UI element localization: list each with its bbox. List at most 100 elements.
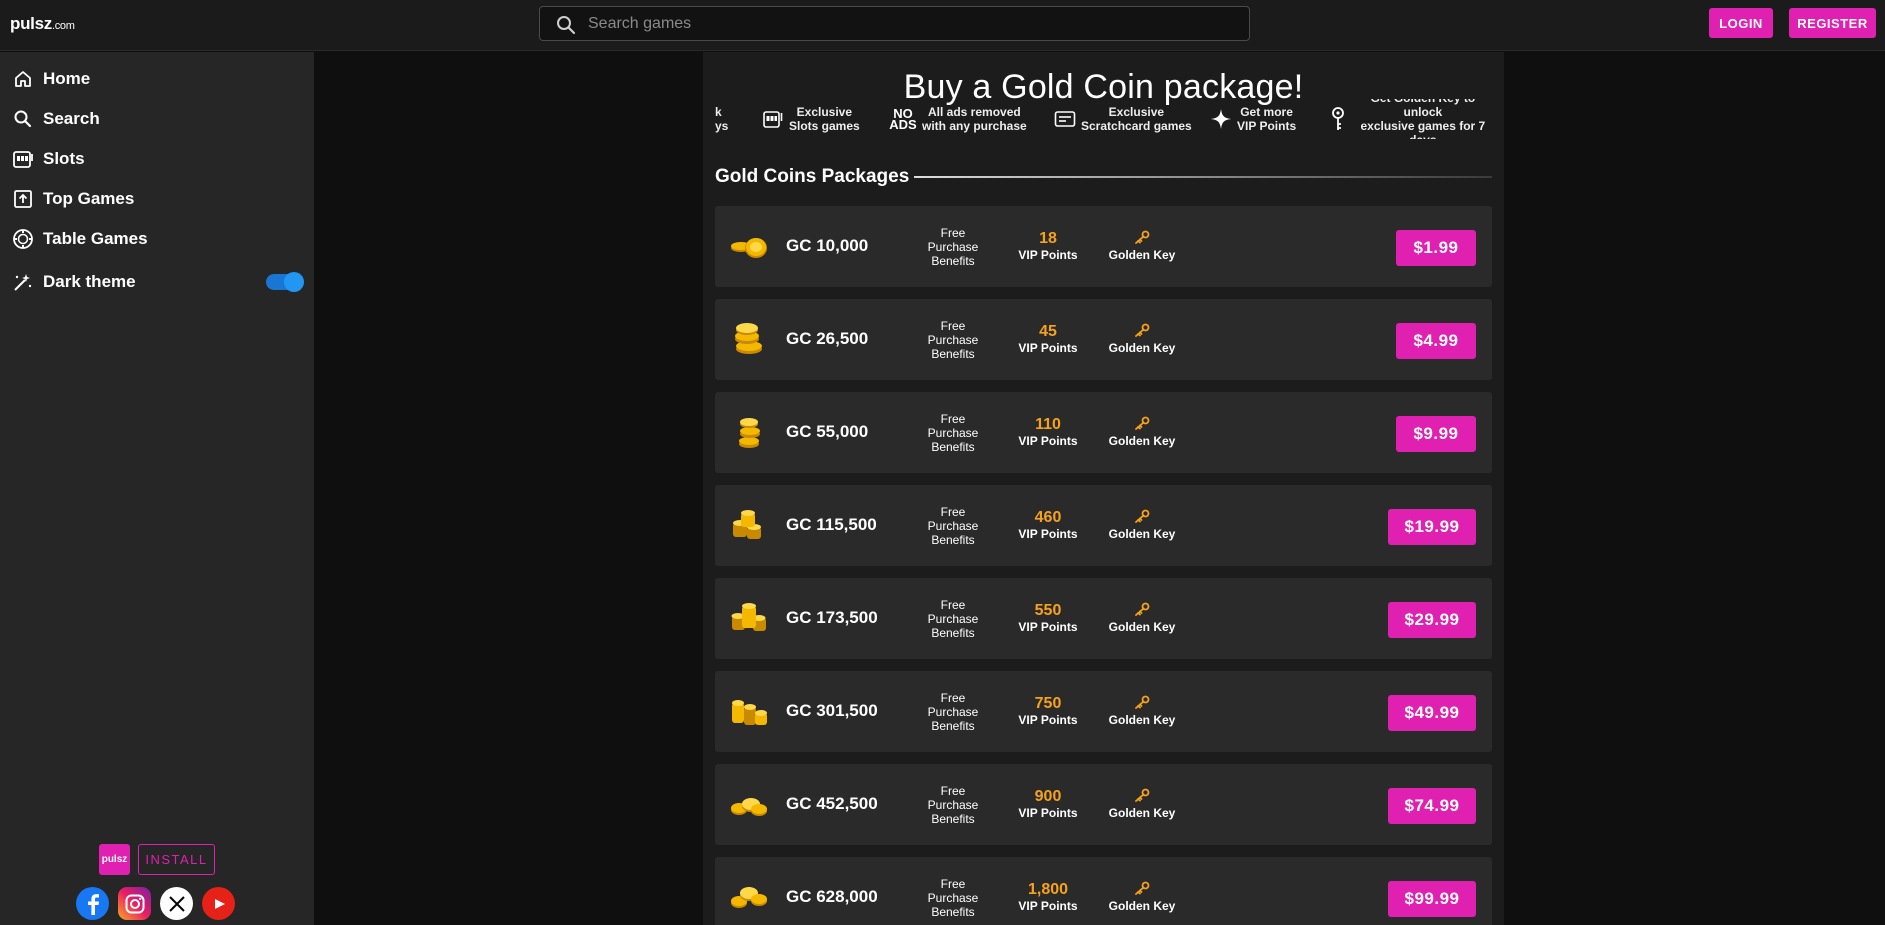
vip-points: 900 VIP Points bbox=[1013, 788, 1083, 820]
gold-coin-store-panel: Buy a Gold Coin package! k ys Exclusive … bbox=[703, 52, 1504, 925]
golden-key: Golden Key bbox=[1107, 230, 1177, 262]
slot-machine-icon bbox=[761, 107, 785, 131]
gold-coins-icon bbox=[729, 691, 769, 731]
buy-price-button[interactable]: $1.99 bbox=[1396, 230, 1476, 266]
package-gc-amount: GC 173,500 bbox=[786, 608, 878, 627]
golden-key-icon bbox=[1107, 323, 1177, 341]
home-icon bbox=[12, 68, 34, 90]
free-purchase-benefits-label: Free Purchase Benefits bbox=[927, 598, 979, 640]
package-row[interactable]: GC 55,000 Free Purchase Benefits 110 VIP Po… bbox=[715, 392, 1492, 473]
vip-points-value: 900 bbox=[1034, 788, 1062, 805]
package-gc-amount: GC 301,500 bbox=[786, 701, 878, 720]
pulsz-logo[interactable]: pulsz.com bbox=[10, 14, 75, 34]
package-gc-amount: GC 115,500 bbox=[786, 515, 877, 534]
vip-points-value: 18 bbox=[1039, 230, 1057, 247]
benefit-text: Get Golden Key to unlock exclusive games… bbox=[1360, 99, 1486, 139]
sidebar-item-slots[interactable]: Slots bbox=[12, 146, 85, 172]
search-input[interactable] bbox=[588, 7, 1228, 40]
golden-key: Golden Key bbox=[1107, 323, 1177, 355]
buy-price-button[interactable]: $29.99 bbox=[1388, 602, 1476, 638]
vip-points-label: VIP Points bbox=[1018, 248, 1078, 262]
benefit-item: Get more VIP Points bbox=[1209, 99, 1296, 139]
package-row[interactable]: GC 301,500 Free Purchase Benefits 750 VIP P… bbox=[715, 671, 1492, 752]
buy-price-button[interactable]: $19.99 bbox=[1388, 509, 1476, 545]
free-purchase-benefits-label: Free Purchase Benefits bbox=[927, 505, 979, 547]
vip-points-value: 550 bbox=[1034, 602, 1062, 619]
top-games-icon bbox=[12, 188, 34, 210]
sparkle-icon bbox=[1209, 107, 1233, 131]
table-games-icon bbox=[12, 228, 34, 250]
register-button[interactable]: REGISTER bbox=[1789, 8, 1876, 38]
vip-points-label: VIP Points bbox=[1018, 713, 1078, 727]
gold-coins-icon bbox=[729, 598, 769, 638]
benefit-item: Exclusive Slots games bbox=[761, 99, 860, 139]
vip-points-label: VIP Points bbox=[1018, 341, 1078, 355]
package-gc-amount: GC 452,500 bbox=[786, 794, 878, 813]
pulsz-app-icon: pulsz bbox=[99, 844, 130, 875]
golden-key-icon bbox=[1107, 230, 1177, 248]
golden-key: Golden Key bbox=[1107, 695, 1177, 727]
sidebar-item-search[interactable]: Search bbox=[12, 106, 100, 132]
section-divider bbox=[914, 176, 1492, 178]
buy-price-button[interactable]: $9.99 bbox=[1396, 416, 1476, 452]
golden-key-label: Golden Key bbox=[1108, 620, 1176, 634]
free-purchase-benefits-label: Free Purchase Benefits bbox=[927, 226, 979, 268]
package-row[interactable]: GC 628,000 Free Purchase Benefits 1,800 VIP… bbox=[715, 857, 1492, 925]
package-row[interactable]: GC 10,000 Free Purchase Benefits 18 VIP Poi… bbox=[715, 206, 1492, 287]
sidebar-item-table-games[interactable]: Table Games bbox=[12, 226, 148, 252]
search-bar[interactable] bbox=[539, 6, 1250, 41]
install-area: pulsz INSTALL bbox=[99, 844, 215, 875]
golden-key-label: Golden Key bbox=[1108, 341, 1176, 355]
package-gc-amount: GC 26,500 bbox=[786, 329, 869, 348]
key-icon bbox=[1327, 107, 1349, 131]
no-ads-icon: NO ADS bbox=[889, 106, 917, 132]
golden-key: Golden Key bbox=[1107, 602, 1177, 634]
login-button[interactable]: LOGIN bbox=[1709, 8, 1773, 38]
benefit-item: Get Golden Key to unlock exclusive games… bbox=[1327, 99, 1493, 139]
vip-points: 460 VIP Points bbox=[1013, 509, 1083, 541]
sidebar-item-label: Search bbox=[43, 109, 100, 128]
sidebar-item-top-games[interactable]: Top Games bbox=[12, 186, 134, 212]
benefits-carousel[interactable]: k ys Exclusive Slots games NO ADS All ad… bbox=[715, 99, 1493, 139]
sidebar-item-label: Top Games bbox=[43, 189, 135, 208]
buy-price-button[interactable]: $74.99 bbox=[1388, 788, 1476, 824]
benefit-text: Exclusive Scratchcard games bbox=[1081, 105, 1192, 133]
buy-price-button[interactable]: $4.99 bbox=[1396, 323, 1476, 359]
slots-icon bbox=[12, 148, 34, 170]
youtube-icon[interactable] bbox=[202, 887, 235, 920]
package-row[interactable]: GC 173,500 Free Purchase Benefits 550 VIP P… bbox=[715, 578, 1492, 659]
package-gc-amount: GC 10,000 bbox=[786, 236, 869, 255]
package-gc-amount: GC 628,000 bbox=[786, 887, 878, 906]
vip-points: 110 VIP Points bbox=[1013, 416, 1083, 448]
benefit-item: k ys bbox=[715, 99, 728, 139]
buy-price-button[interactable]: $99.99 bbox=[1388, 881, 1476, 917]
gold-coins-icon bbox=[729, 877, 769, 917]
golden-key-label: Golden Key bbox=[1108, 527, 1176, 541]
golden-key: Golden Key bbox=[1107, 509, 1177, 541]
package-row[interactable]: GC 26,500 Free Purchase Benefits 45 VIP Poi… bbox=[715, 299, 1492, 380]
instagram-icon[interactable] bbox=[118, 887, 151, 920]
benefit-text: All ads removed with any purchase bbox=[922, 105, 1027, 133]
free-purchase-benefits-label: Free Purchase Benefits bbox=[927, 319, 979, 361]
gold-coins-icon bbox=[729, 319, 769, 359]
vip-points: 18 VIP Points bbox=[1013, 230, 1083, 262]
sidebar-item-label: Home bbox=[43, 69, 91, 88]
sidebar-item-label: Slots bbox=[43, 149, 85, 168]
golden-key-label: Golden Key bbox=[1108, 806, 1176, 820]
vip-points-label: VIP Points bbox=[1018, 620, 1078, 634]
package-row[interactable]: GC 115,500 Free Purchase Benefits 460 VIP P… bbox=[715, 485, 1492, 566]
vip-points: 750 VIP Points bbox=[1013, 695, 1083, 727]
facebook-icon[interactable] bbox=[76, 887, 109, 920]
x-twitter-icon[interactable] bbox=[160, 887, 193, 920]
buy-price-button[interactable]: $49.99 bbox=[1388, 695, 1476, 731]
install-button[interactable]: INSTALL bbox=[138, 844, 215, 875]
dark-theme-toggle[interactable] bbox=[266, 272, 304, 292]
sidebar-item-home[interactable]: Home bbox=[12, 66, 90, 92]
vip-points-value: 1,800 bbox=[1027, 881, 1069, 898]
sidebar-item-label: Table Games bbox=[43, 229, 148, 248]
package-row[interactable]: GC 452,500 Free Purchase Benefits 900 VIP P… bbox=[715, 764, 1492, 845]
gold-coins-icon bbox=[729, 784, 769, 824]
golden-key-icon bbox=[1107, 788, 1177, 806]
golden-key-label: Golden Key bbox=[1108, 248, 1176, 262]
page-title: Buy a Gold Coin package! bbox=[903, 68, 1304, 106]
